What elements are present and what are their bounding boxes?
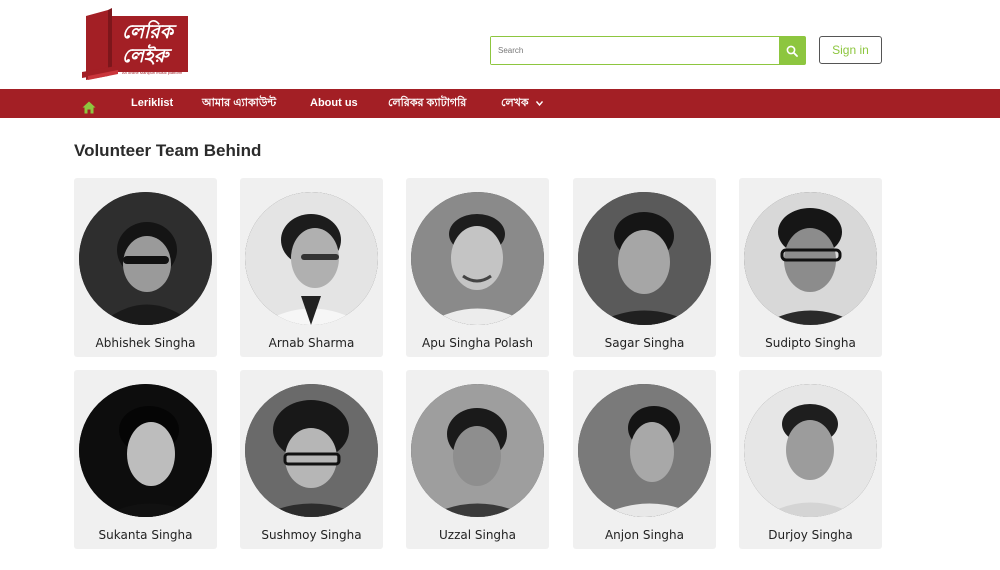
search-input[interactable]: [491, 37, 779, 64]
member-photo: [245, 384, 378, 517]
nav-home[interactable]: [82, 97, 96, 114]
member-photo: [744, 384, 877, 517]
chevron-down-icon: [535, 100, 543, 106]
member-name: Sukanta Singha: [98, 528, 193, 542]
member-photo: [79, 384, 212, 517]
member-name: Uzzal Singha: [438, 528, 516, 542]
team-card[interactable]: Uzzal Singha: [406, 370, 549, 549]
team-card[interactable]: Anjon Singha: [573, 370, 716, 549]
team-card[interactable]: Durjoy Singha: [739, 370, 882, 549]
member-photo: [411, 384, 544, 517]
nav-item-about-us[interactable]: About us: [310, 89, 358, 118]
member-photo: [578, 192, 711, 325]
main-nav: Leriklist আমার এ্যাকাউন্ট About us লেরিক…: [0, 89, 1000, 118]
site-header: লেরিক লেইরু An online Manipuri music pla…: [0, 0, 1000, 90]
member-name: Apu Singha Polash: [422, 336, 533, 350]
member-name: Abhishek Singha: [95, 336, 196, 350]
nav-item-lyrics-category[interactable]: লেরিকর ক্যাটাগরি: [388, 89, 466, 118]
home-icon: [82, 101, 96, 114]
team-card[interactable]: Sudipto Singha: [739, 178, 882, 357]
team-card[interactable]: Sushmoy Singha: [240, 370, 383, 549]
team-card[interactable]: Arnab Sharma: [240, 178, 383, 357]
member-photo: [411, 192, 544, 325]
member-photo: [245, 192, 378, 325]
signin-button[interactable]: Sign in: [819, 36, 882, 64]
team-card[interactable]: Sagar Singha: [573, 178, 716, 357]
nav-item-writers[interactable]: লেখক: [501, 89, 543, 118]
nav-item-leriklist[interactable]: Leriklist: [131, 89, 173, 118]
logo-tagline: An online Manipuri music platform: [122, 70, 183, 75]
site-logo[interactable]: লেরিক লেইরু An online Manipuri music pla…: [78, 6, 190, 82]
member-photo: [744, 192, 877, 325]
nav-item-my-account[interactable]: আমার এ্যাকাউন্ট: [202, 89, 276, 118]
team-card[interactable]: Apu Singha Polash: [406, 178, 549, 357]
member-name: Sagar Singha: [604, 336, 685, 350]
team-card[interactable]: Sukanta Singha: [74, 370, 217, 549]
member-name: Anjon Singha: [604, 528, 685, 542]
nav-item-writers-label: লেখক: [501, 97, 529, 109]
member-name: Sudipto Singha: [765, 336, 856, 350]
search-icon: [786, 45, 798, 57]
member-photo: [578, 384, 711, 517]
page-title: Volunteer Team Behind: [74, 141, 262, 160]
member-name: Arnab Sharma: [268, 336, 355, 350]
search-button[interactable]: [779, 37, 805, 64]
member-photo: [79, 192, 212, 325]
member-name: Durjoy Singha: [768, 528, 853, 542]
member-name: Sushmoy Singha: [261, 528, 362, 542]
search-bar: [490, 36, 806, 65]
team-card[interactable]: Abhishek Singha: [74, 178, 217, 357]
logo-wordmark: লেরিক লেইরু: [122, 21, 174, 67]
